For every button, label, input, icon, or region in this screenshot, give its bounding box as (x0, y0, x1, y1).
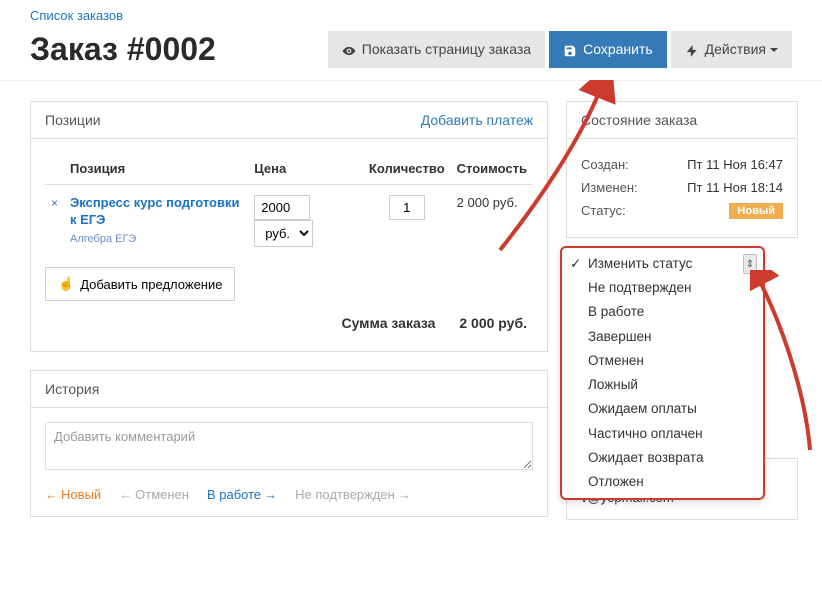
save-label: Сохранить (583, 41, 653, 57)
status-option[interactable]: Ложный (562, 373, 763, 397)
status-option[interactable]: Не подтвержден (562, 276, 763, 300)
created-value: Пт 11 Ноя 16:47 (687, 157, 783, 172)
currency-select[interactable]: руб. (254, 220, 313, 247)
positions-title: Позиции (45, 112, 101, 128)
status-action-new[interactable]: ← Новый (45, 487, 101, 502)
status-badge: Новый (729, 203, 783, 219)
status-action-cancelled[interactable]: ← Отменен (119, 487, 189, 502)
eye-icon (342, 41, 356, 57)
status-option[interactable]: Отменен (562, 349, 763, 373)
show-order-page-label: Показать страницу заказа (362, 41, 531, 57)
item-sub-link[interactable]: Алгебра ЕГЭ (70, 233, 242, 245)
status-option[interactable]: Ожидаем оплаты (562, 397, 763, 421)
actions-label: Действия (705, 41, 778, 57)
status-option[interactable]: Ожидает возврата (562, 446, 763, 470)
total-value: 2 000 руб. (459, 315, 527, 331)
created-label: Создан: (581, 157, 629, 172)
status-option[interactable]: Отложен (562, 470, 763, 494)
status-option[interactable]: Частично оплачен (562, 422, 763, 446)
status-action-in-work[interactable]: В работе → (207, 487, 277, 502)
col-cost: Стоимость (451, 153, 533, 185)
save-button[interactable]: Сохранить (549, 31, 667, 67)
status-option[interactable]: Изменить статус (562, 252, 763, 276)
save-icon (563, 41, 577, 57)
cost-cell: 2 000 руб. (451, 185, 533, 258)
status-option[interactable]: Завершен (562, 325, 763, 349)
item-name-link[interactable]: Экспресс курс подготовки к ЕГЭ (70, 195, 242, 229)
changed-label: Изменен: (581, 180, 638, 195)
page-header: Заказ #0002 Показать страницу заказа Сох… (0, 23, 822, 81)
comment-input[interactable] (45, 422, 533, 470)
status-option[interactable]: В работе (562, 300, 763, 324)
qty-input[interactable] (389, 195, 425, 220)
breadcrumb-orders-list[interactable]: Список заказов (30, 8, 123, 23)
col-price: Цена (248, 153, 363, 185)
actions-button[interactable]: Действия (671, 31, 792, 67)
price-input[interactable] (254, 195, 310, 220)
state-panel: Состояние заказа Создан: Пт 11 Ноя 16:47… (566, 101, 798, 238)
col-item: Позиция (64, 153, 248, 185)
show-order-page-button[interactable]: Показать страницу заказа (328, 31, 545, 67)
total-label: Сумма заказа (341, 315, 435, 331)
page-title: Заказ #0002 (30, 31, 328, 68)
add-offer-label: Добавить предложение (80, 277, 222, 292)
lightning-icon (685, 41, 699, 57)
changed-value: Пт 11 Ноя 18:14 (687, 180, 783, 195)
history-title: История (45, 381, 99, 397)
add-offer-button[interactable]: ☝ Добавить предложение (45, 267, 235, 301)
col-qty: Количество (363, 153, 451, 185)
pointer-icon: ☝ (58, 276, 74, 292)
state-title: Состояние заказа (581, 112, 697, 128)
positions-table: Позиция Цена Количество Стоимость × Эксп… (45, 153, 533, 257)
status-action-not-confirmed[interactable]: Не подтвержден → (295, 487, 411, 502)
status-label: Статус: (581, 203, 626, 219)
positions-panel: Позиции Добавить платеж Позиция Цена Кол… (30, 101, 548, 352)
history-panel: История ← Новый ← Отменен В работе → Не … (30, 370, 548, 517)
add-payment-link[interactable]: Добавить платеж (421, 112, 533, 128)
status-dropdown[interactable]: ⇕ Изменить статус Не подтвержден В работ… (560, 246, 765, 500)
remove-row-icon[interactable]: × (51, 196, 58, 210)
table-row: × Экспресс курс подготовки к ЕГЭ Алгебра… (45, 185, 533, 258)
